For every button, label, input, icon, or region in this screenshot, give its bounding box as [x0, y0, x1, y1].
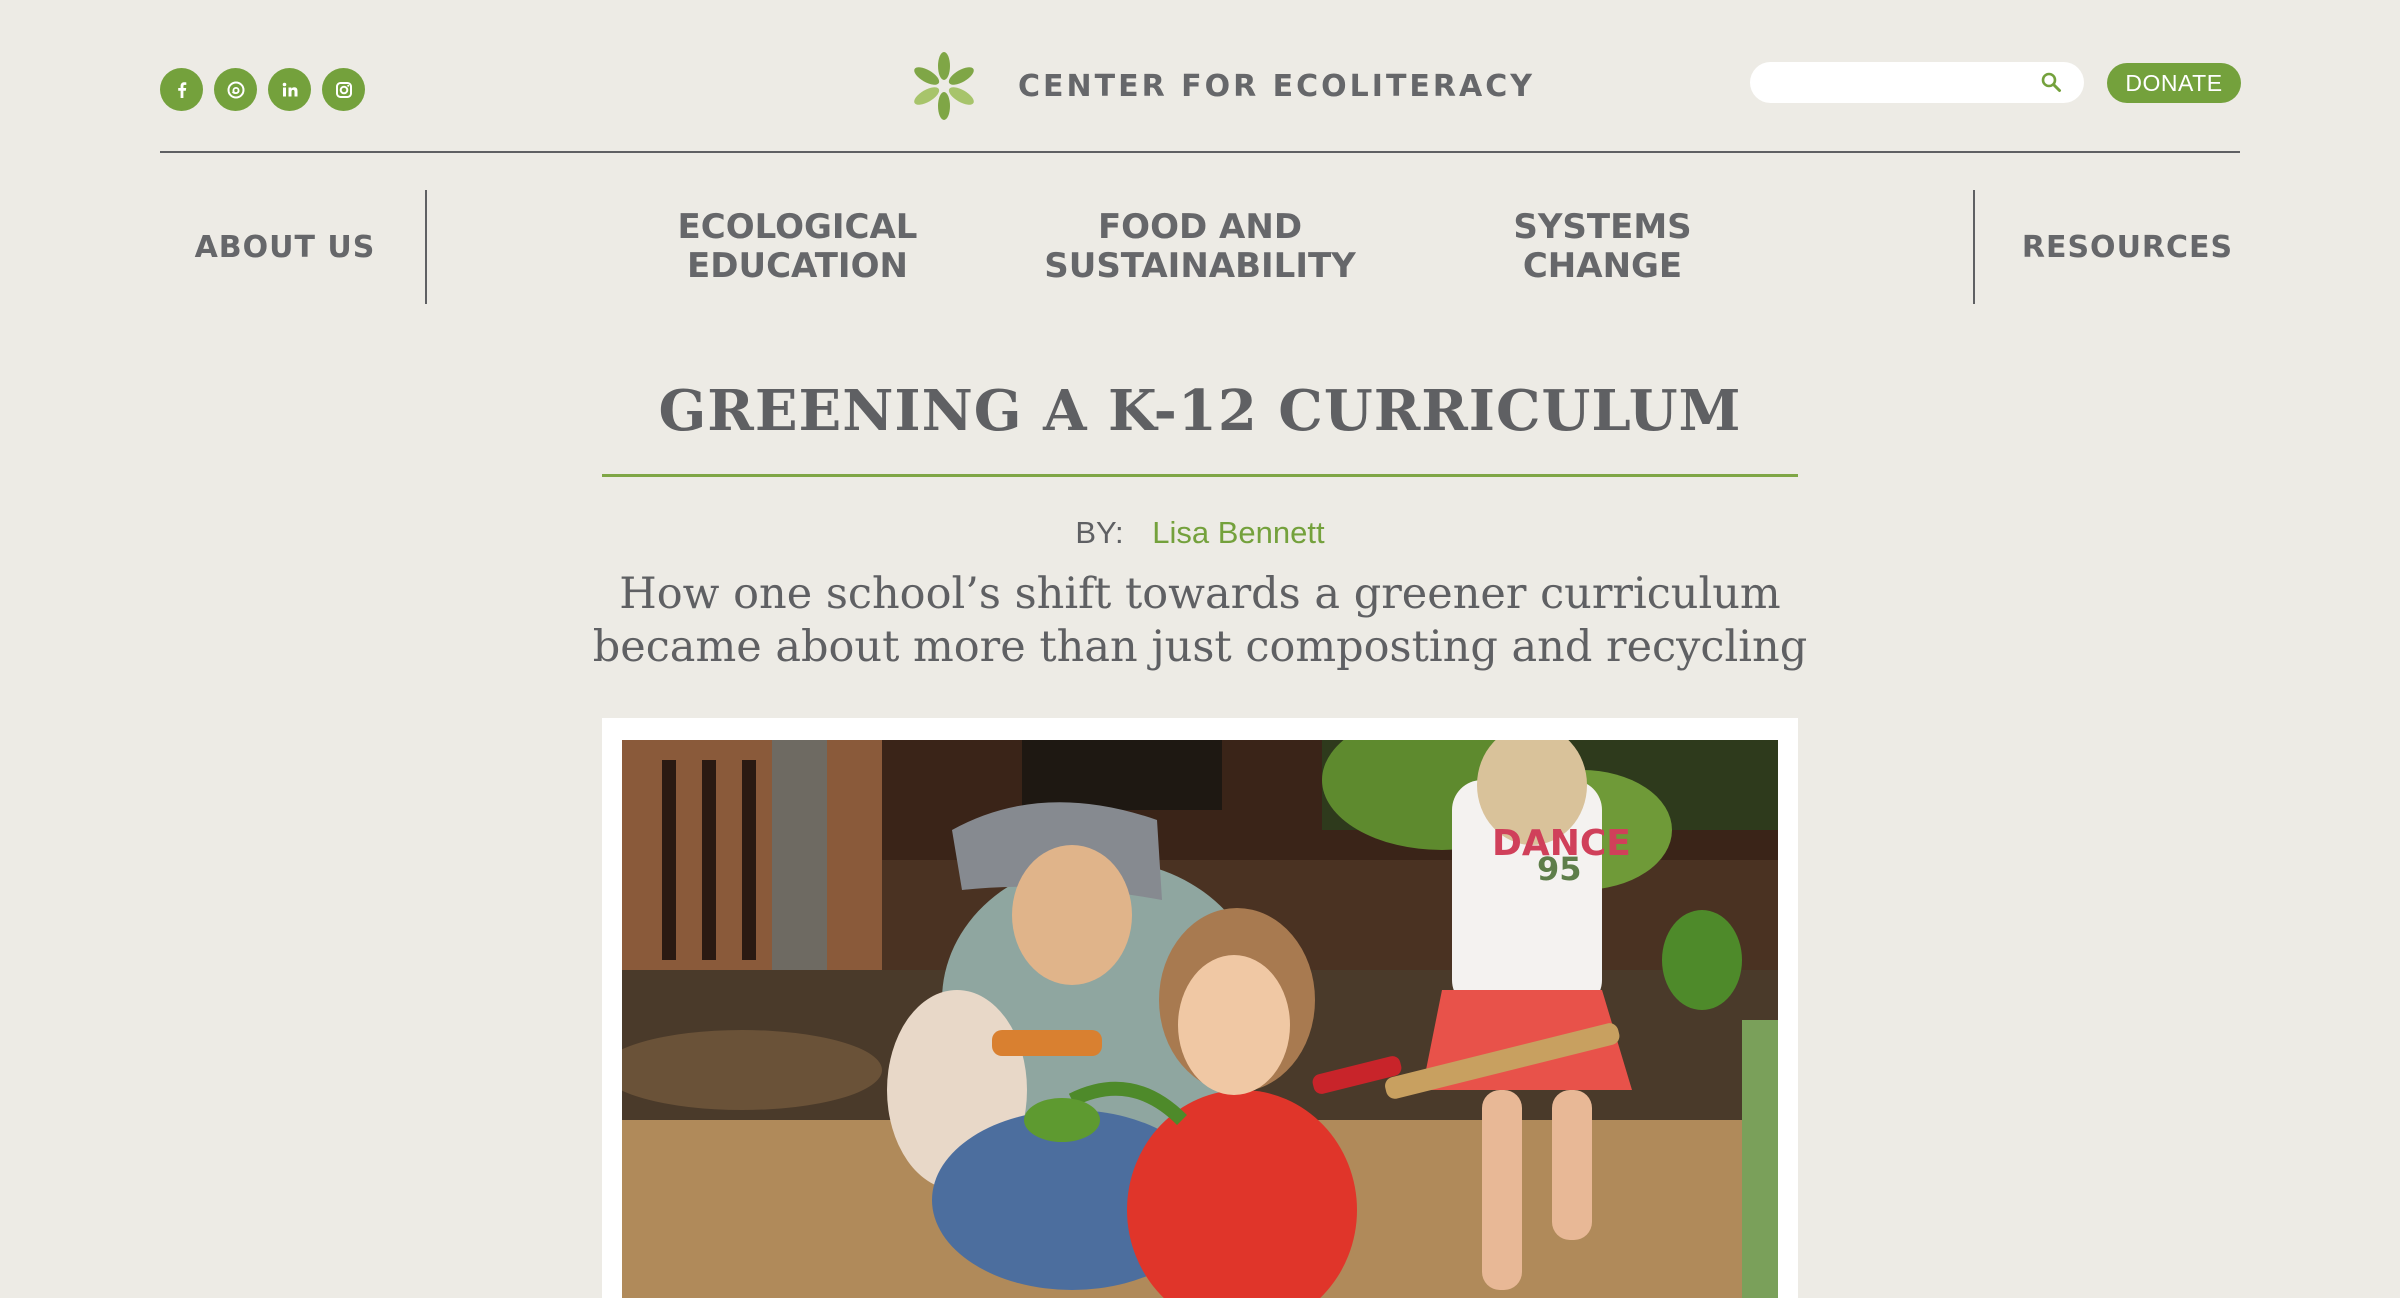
article-hero-image-frame: DANCE 95: [602, 718, 1798, 1298]
byline: BY: Lisa Bennett: [602, 514, 1798, 552]
nav-food-and-sustainability[interactable]: FOOD AND SUSTAINABILITY: [1020, 190, 1380, 304]
threads-icon: [224, 78, 248, 102]
linkedin-icon: [278, 78, 302, 102]
nav-about-us[interactable]: ABOUT US: [160, 190, 410, 304]
threads-link[interactable]: [214, 68, 257, 111]
nav-ecological-education[interactable]: ECOLOGICAL EDUCATION: [635, 190, 960, 304]
site-name: CENTER FOR ECOLITERACY: [1018, 68, 1535, 104]
header-divider: [160, 151, 2240, 153]
facebook-link[interactable]: [160, 68, 203, 111]
article-title: GREENING A K-12 CURRICULUM: [658, 378, 1742, 444]
search-box: [1750, 62, 2084, 103]
social-links: [160, 68, 365, 111]
nav-systems-change[interactable]: SYSTEMS CHANGE: [1440, 190, 1765, 304]
donate-button[interactable]: DONATE: [2107, 63, 2241, 103]
facebook-icon: [170, 78, 194, 102]
search-icon[interactable]: [2040, 71, 2062, 93]
nav-divider-right: [1973, 190, 1975, 304]
byline-label: BY:: [1075, 515, 1124, 550]
article-subtitle: How one school’s shift towards a greener…: [592, 569, 1808, 672]
svg-text:95: 95: [1537, 850, 1582, 888]
author-link[interactable]: Lisa Bennett: [1152, 515, 1324, 550]
nav-divider-left: [425, 190, 427, 304]
linkedin-link[interactable]: [268, 68, 311, 111]
ecoliteracy-logo-icon: [908, 50, 980, 122]
search-input[interactable]: [1766, 68, 2026, 97]
nav-resources[interactable]: RESOURCES: [1995, 190, 2260, 304]
article-hero-photo: DANCE 95: [622, 740, 1778, 1298]
instagram-link[interactable]: [322, 68, 365, 111]
instagram-icon: [332, 78, 356, 102]
site-logo-link[interactable]: CENTER FOR ECOLITERACY: [908, 50, 1535, 122]
title-divider: [602, 474, 1798, 477]
site-header: CENTER FOR ECOLITERACY DONATE: [0, 0, 2400, 153]
